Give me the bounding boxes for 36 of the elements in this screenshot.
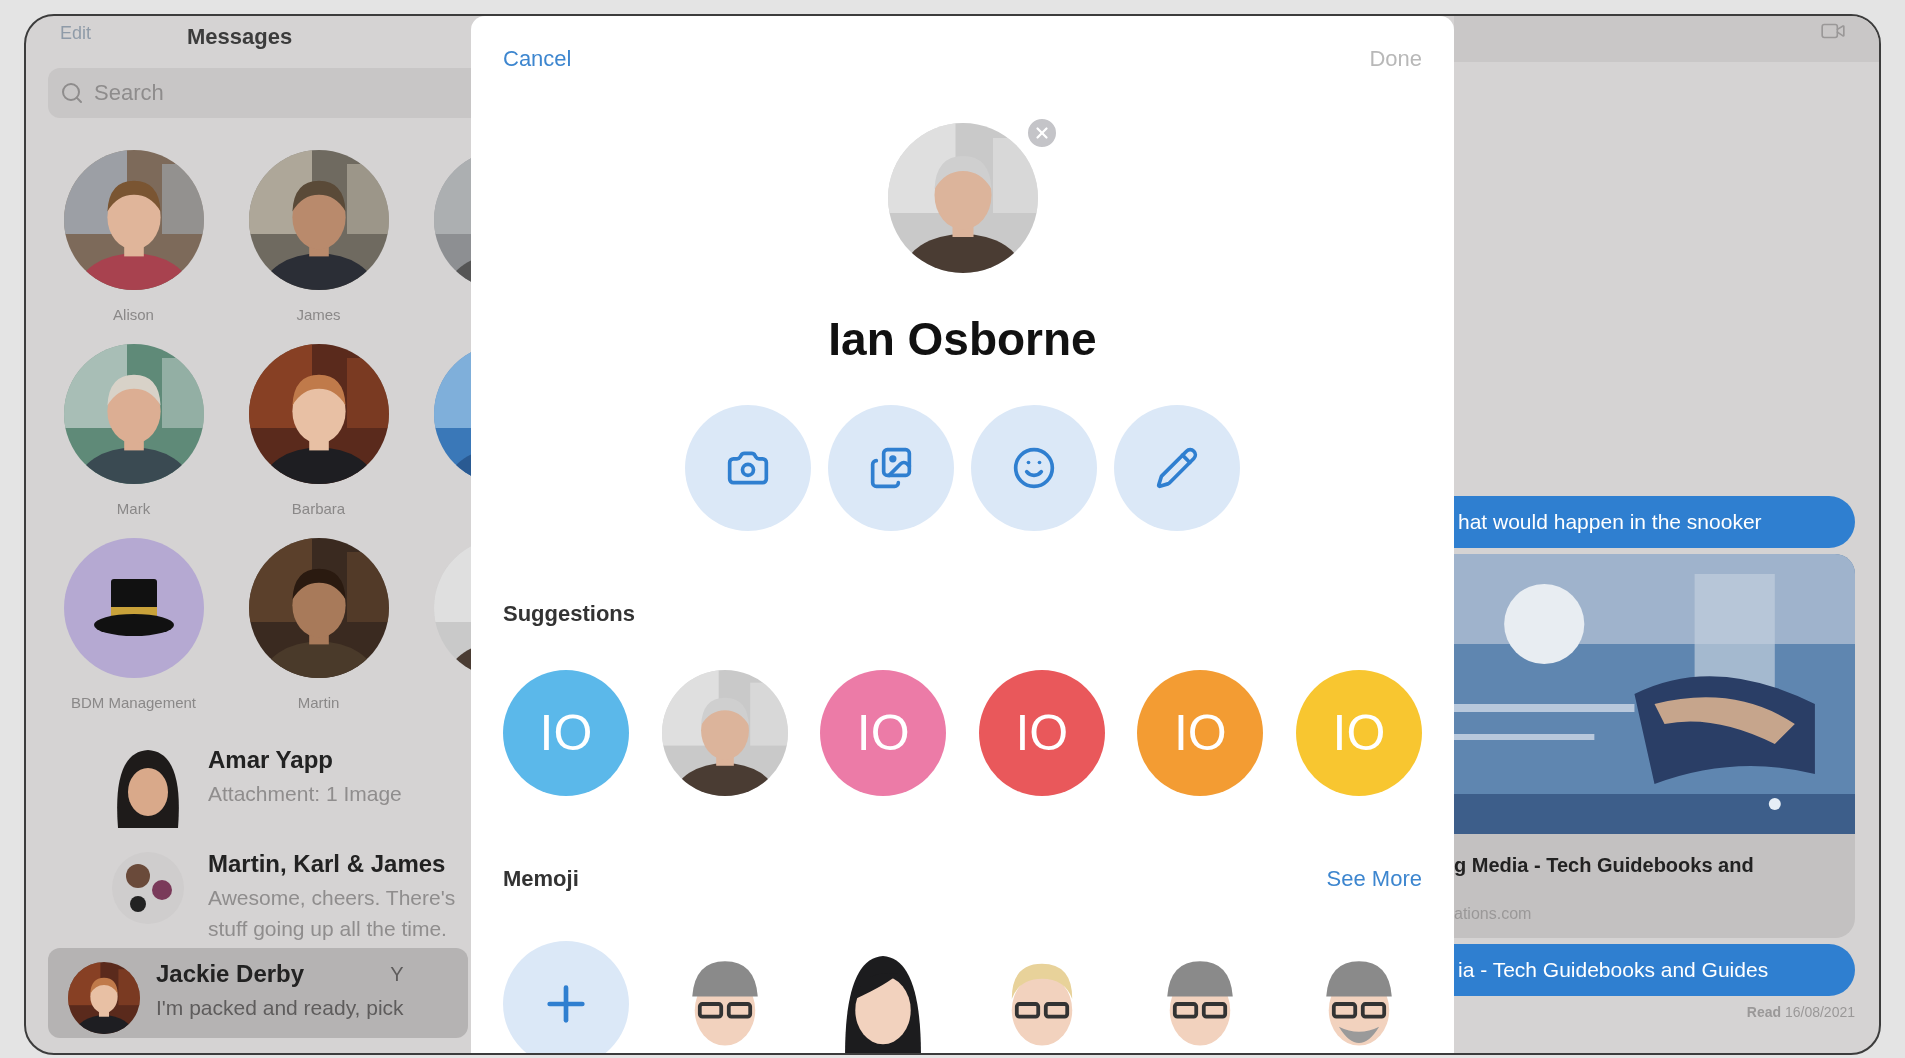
read-receipt: Read 16/08/2021 [1746,1003,1855,1022]
pencil-icon [1155,446,1199,490]
link-title: g Media - Tech Guidebooks and [1454,853,1755,878]
conversation-name: Amar Yapp [208,745,333,775]
see-more-link[interactable]: See More [1326,862,1422,895]
conversation-row[interactable]: Amar Yapp Attachment: 1 Image [48,732,449,836]
contact-name: Martin [297,693,340,713]
conversation-time: Y [390,962,404,987]
initials-avatar[interactable]: IO [503,670,629,796]
contact-name: Mark [116,499,151,519]
top-hat-icon [92,577,175,639]
contact-name: James [296,305,341,325]
message-preview: Awesome, cheers. There's stuff going up all the time. [208,885,456,942]
cancel-button[interactable]: Cancel [503,42,572,75]
message-preview: Attachment: 1 Image [208,781,402,807]
section-heading: Suggestions [503,600,636,628]
conversation-name: Jackie Derby [156,959,305,989]
contact-name: Alison [113,305,154,325]
edit-link[interactable]: Edit [60,20,92,47]
sidebar-title: Messages [187,23,293,51]
initials-avatar[interactable]: IO [820,670,947,796]
message-bubble: ia - Tech Guidebooks and Guides [1454,944,1855,996]
conversation-row[interactable]: Jackie Derby Y I'm packed and ready, pick [48,948,468,1038]
photos-icon [869,446,913,490]
message-bubble: hat would happen in the snooker [1454,496,1855,548]
initials-avatar[interactable]: IO [978,670,1105,796]
contact-name-title: Ian Osborne [828,312,1097,367]
contact-name: BDM Management [70,693,197,713]
message-preview: I'm packed and ready, pick [156,995,404,1021]
search-icon [60,81,84,105]
initials-avatar[interactable]: IO [1137,670,1264,796]
smiley-icon [1012,446,1056,490]
section-heading: Memoji [503,865,579,893]
conversation-name: Martin, Karl & James [208,849,446,879]
search-field[interactable]: Search [48,68,471,118]
contact-name: Barbara [291,499,346,519]
